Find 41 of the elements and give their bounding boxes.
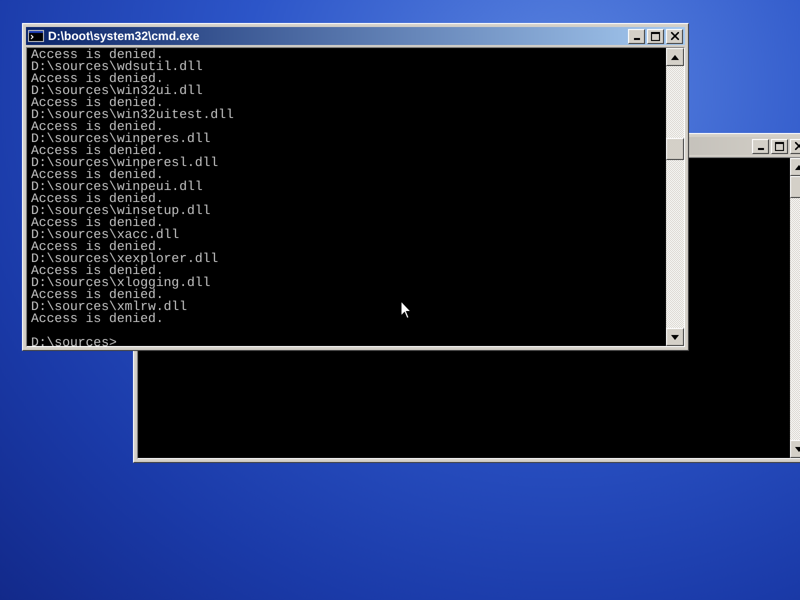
console-line: Access is denied. xyxy=(31,97,164,109)
console-line: D:\sources\wdsutil.dll xyxy=(31,61,203,73)
console-line: D:\sources\win32uitest.dll xyxy=(31,109,234,121)
down-arrow-icon xyxy=(671,334,679,340)
console-line: Access is denied. xyxy=(31,193,164,205)
console-line: Access is denied. xyxy=(31,121,164,133)
console-line: D:\sources\winpeui.dll xyxy=(31,181,203,193)
up-arrow-icon xyxy=(671,54,679,60)
command-prompt[interactable]: D:\sources> xyxy=(31,337,117,346)
maximize-icon xyxy=(651,32,660,40)
console-icon xyxy=(28,30,44,42)
maximize-button[interactable] xyxy=(647,28,664,44)
console-line: D:\sources\xacc.dll xyxy=(31,229,180,241)
minimize-button[interactable] xyxy=(752,138,769,154)
window-title: D:\boot\system32\cmd.exe xyxy=(48,28,200,45)
scroll-thumb[interactable] xyxy=(666,138,684,160)
minimize-button[interactable] xyxy=(628,28,645,44)
scrollbar[interactable] xyxy=(666,48,684,346)
console-line: Access is denied. xyxy=(31,241,164,253)
console-line: D:\sources\winperesl.dll xyxy=(31,157,218,169)
close-button[interactable] xyxy=(666,28,683,44)
console-line: Access is denied. xyxy=(31,265,164,277)
console-line: Access is denied. xyxy=(31,217,164,229)
maximize-icon xyxy=(775,142,784,150)
console-line: Access is denied. xyxy=(31,313,164,325)
console-line: D:\sources\win32ui.dll xyxy=(31,85,203,97)
console-line: Access is denied. xyxy=(31,73,164,85)
mouse-pointer-icon xyxy=(400,300,412,320)
scroll-down-button[interactable] xyxy=(666,328,684,346)
console-line: Access is denied. xyxy=(31,145,164,157)
console-line: D:\sources\winsetup.dll xyxy=(31,205,210,217)
console-line: D:\sources\xlogging.dll xyxy=(31,277,210,289)
maximize-button[interactable] xyxy=(771,138,788,154)
console-line: D:\sources\xmlrw.dll xyxy=(31,301,188,313)
console-line: D:\sources\xexplorer.dll xyxy=(31,253,218,265)
console-line: Access is denied. xyxy=(31,49,164,61)
console-line: Access is denied. xyxy=(31,289,164,301)
close-icon xyxy=(670,32,678,40)
console-line: D:\sources\winperes.dll xyxy=(31,133,210,145)
scroll-up-button[interactable] xyxy=(666,48,684,66)
console-line: Access is denied. xyxy=(31,169,164,181)
